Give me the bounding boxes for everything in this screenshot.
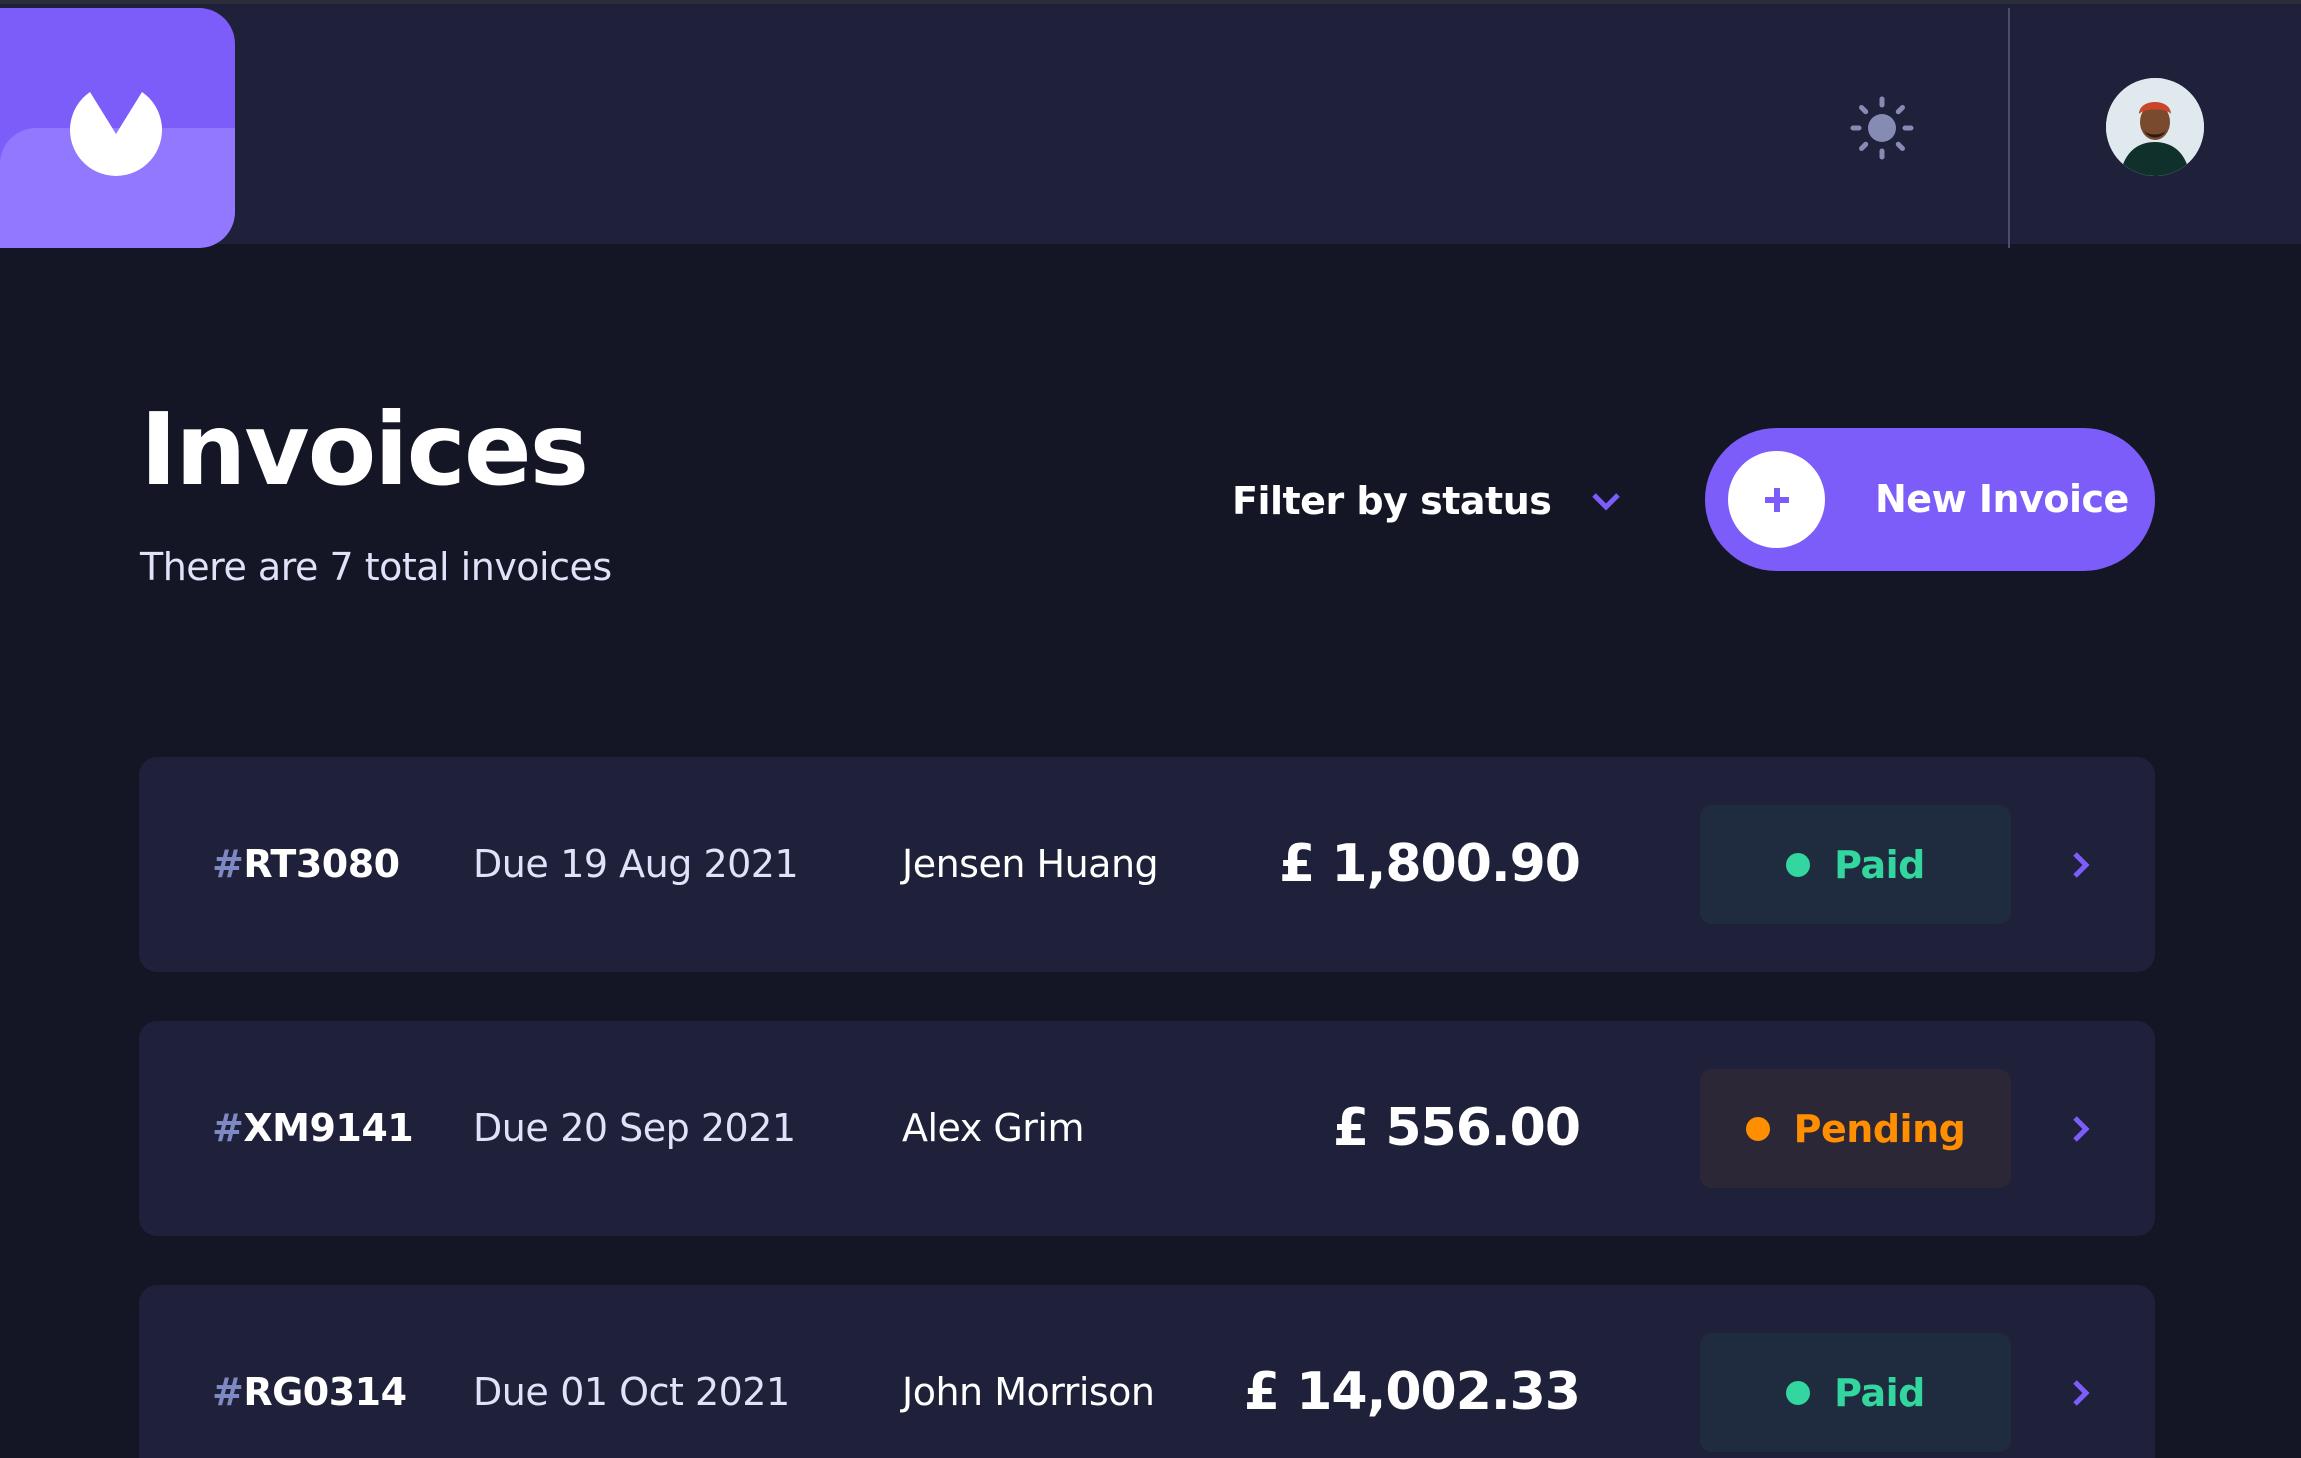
invoice-due: Due 20 Sep 2021 <box>473 1021 796 1236</box>
chevron-down-icon <box>1592 493 1621 511</box>
logo-icon <box>70 92 162 176</box>
avatar[interactable] <box>2106 78 2204 176</box>
header-divider <box>2008 8 2010 248</box>
invoice-id-value: RT3080 <box>243 842 400 886</box>
status-badge: Paid <box>1700 805 2011 924</box>
status-label: Pending <box>1793 1106 1966 1151</box>
invoice-amount: £ 1,800.90 <box>1279 834 1581 894</box>
page-title: Invoices <box>140 391 589 508</box>
invoice-id: #RT3080 <box>212 757 400 972</box>
status-badge: Pending <box>1700 1069 2011 1188</box>
due-label: Due <box>473 1106 549 1150</box>
invoice-row[interactable]: #RT3080 Due 19 Aug 2021 Jensen Huang £ 1,… <box>139 757 2155 972</box>
client-name: Alex Grim <box>902 1106 1084 1150</box>
status-dot <box>1786 852 1811 877</box>
top-bar <box>0 0 2301 248</box>
due-date: 01 Oct 2021 <box>560 1370 790 1414</box>
invoice-id-hash: # <box>212 1370 244 1414</box>
invoice-id-value: XM9141 <box>243 1106 414 1150</box>
due-date: 20 Sep 2021 <box>560 1106 796 1150</box>
plus-circle <box>1728 451 1825 548</box>
invoice-id-hash: # <box>212 842 244 886</box>
due-date: 19 Aug 2021 <box>560 842 799 886</box>
logo[interactable] <box>0 8 235 248</box>
filter-label: Filter by status <box>1232 479 1552 523</box>
status-label: Paid <box>1834 842 1925 887</box>
avatar-image <box>2106 78 2204 176</box>
invoice-count: There are 7 total invoices <box>140 545 612 589</box>
new-invoice-label: New Invoice <box>1875 477 2129 521</box>
plus-icon <box>1764 487 1789 512</box>
invoice-due: Due 01 Oct 2021 <box>473 1285 790 1458</box>
sun-icon <box>1850 96 1914 160</box>
chevron-right-icon[interactable] <box>2061 845 2101 885</box>
chevron-right-icon[interactable] <box>2061 1373 2101 1413</box>
due-label: Due <box>473 842 549 886</box>
chevron-right-icon[interactable] <box>2061 1109 2101 1149</box>
invoice-id: #RG0314 <box>212 1285 407 1458</box>
filter-by-status-dropdown[interactable]: Filter by status <box>1232 473 1621 529</box>
status-badge: Paid <box>1700 1333 2011 1452</box>
invoice-row[interactable]: #RG0314 Due 01 Oct 2021 John Morrison £ 1… <box>139 1285 2155 1458</box>
invoice-id-hash: # <box>212 1106 244 1150</box>
invoice-due: Due 19 Aug 2021 <box>473 757 799 972</box>
due-label: Due <box>473 1370 549 1414</box>
new-invoice-button[interactable]: New Invoice <box>1705 428 2155 571</box>
invoice-id-value: RG0314 <box>243 1370 407 1414</box>
client-name: Jensen Huang <box>902 842 1159 886</box>
status-label: Paid <box>1834 1370 1925 1415</box>
client-name: John Morrison <box>902 1370 1155 1414</box>
invoice-amount: £ 556.00 <box>1333 1098 1581 1158</box>
status-dot <box>1745 1116 1770 1141</box>
invoice-amount: £ 14,002.33 <box>1243 1362 1581 1422</box>
status-dot <box>1786 1380 1811 1405</box>
theme-toggle-button[interactable] <box>1850 96 1914 160</box>
invoice-row[interactable]: #XM9141 Due 20 Sep 2021 Alex Grim £ 556.0… <box>139 1021 2155 1236</box>
invoice-id: #XM9141 <box>212 1021 414 1236</box>
